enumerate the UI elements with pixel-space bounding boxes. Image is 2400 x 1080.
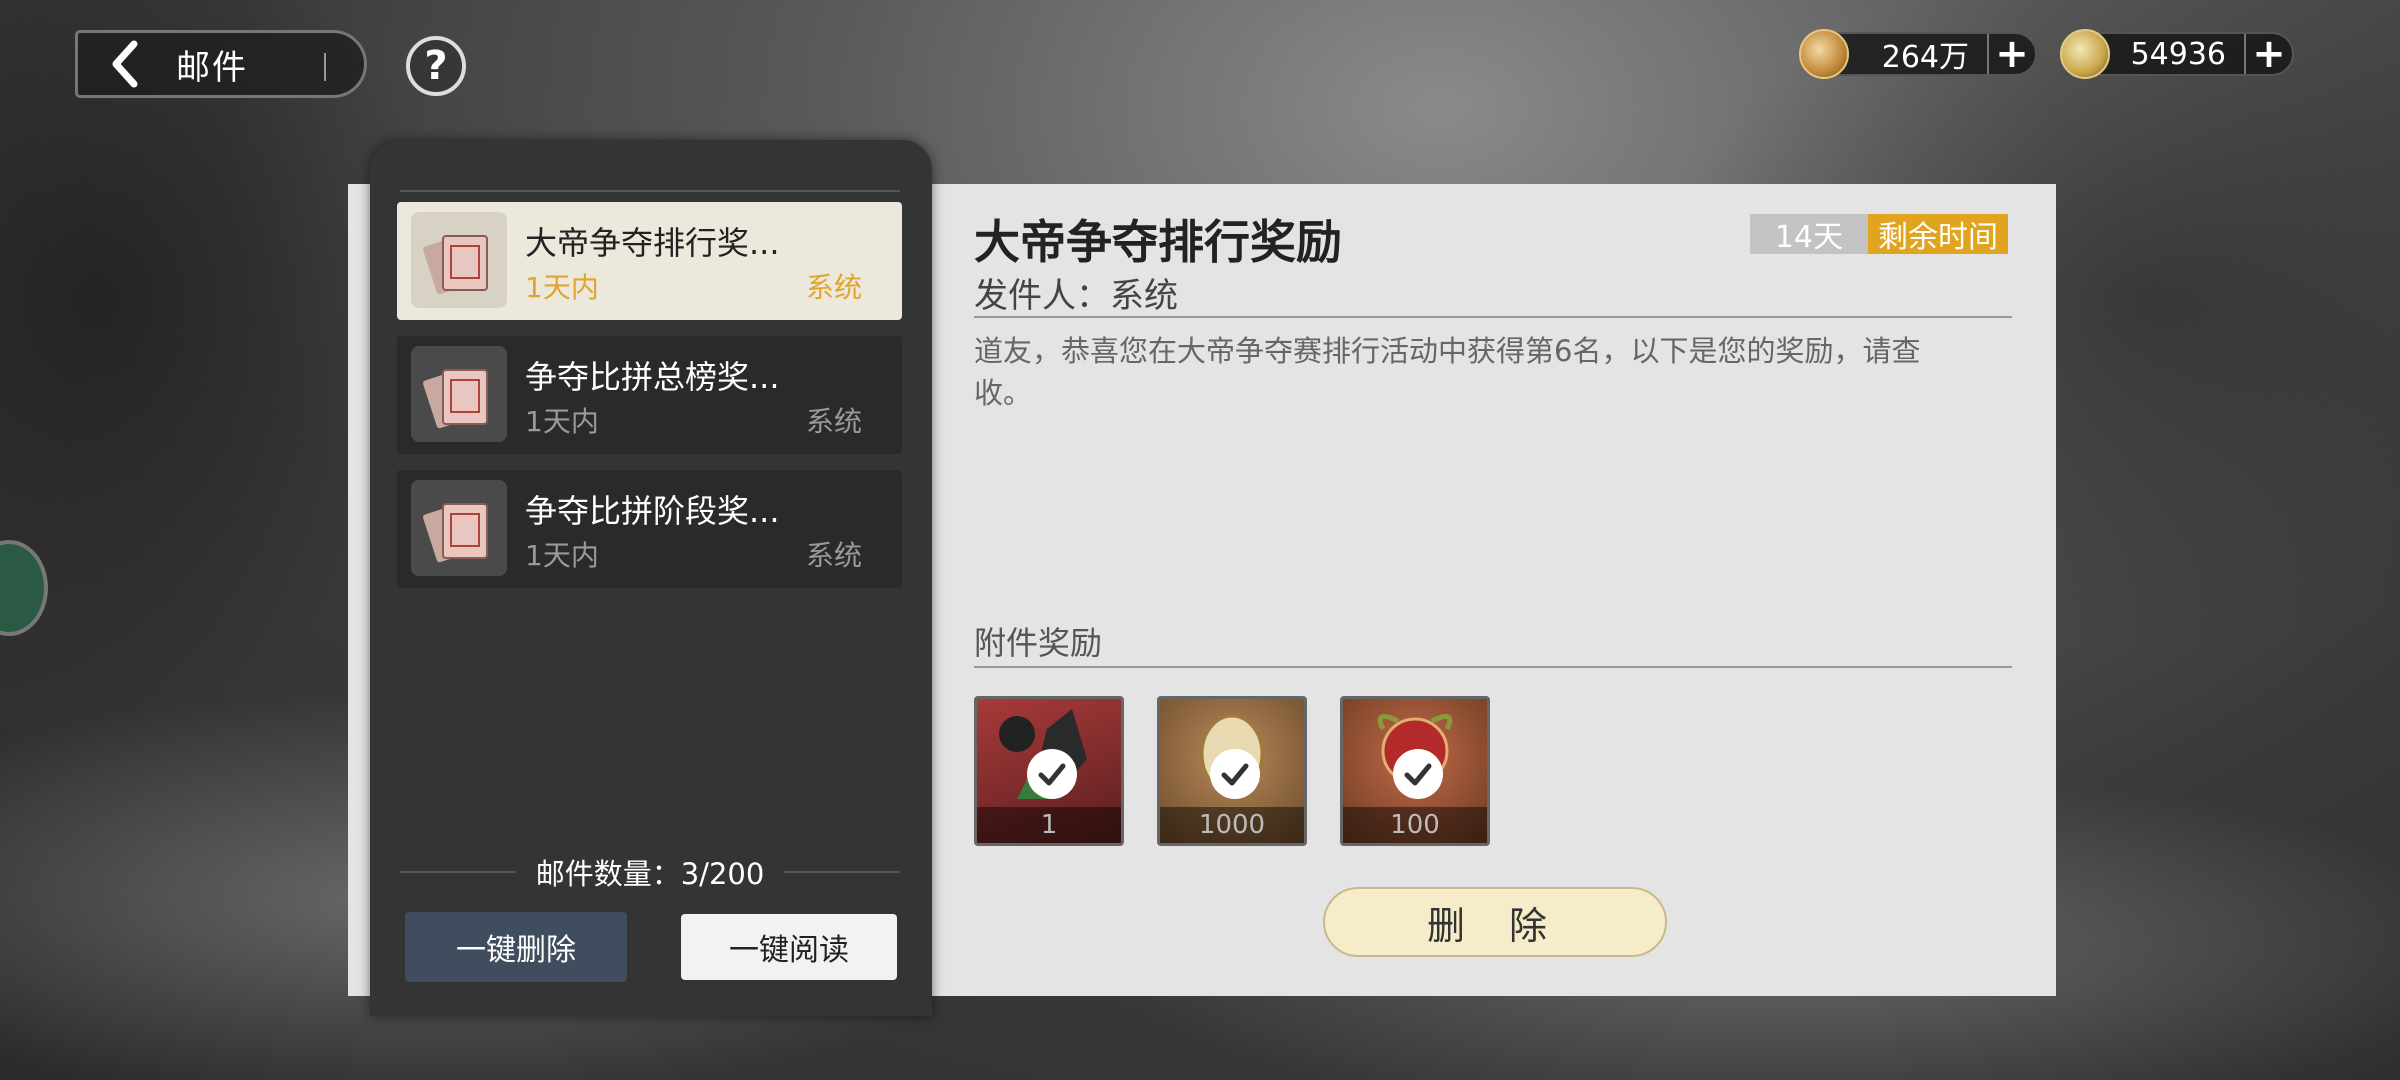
divider: [784, 871, 901, 873]
list-header-decoration: [400, 154, 900, 192]
attachment-quantity: 100: [1343, 807, 1487, 843]
mail-time: 1天内: [525, 405, 599, 438]
remaining-time-label: 剩余时间: [1868, 214, 2008, 255]
mail-detail-body: 道友，恭喜您在大帝争夺赛排行活动中获得第6名，以下是您的奖励，请查收。: [974, 334, 1921, 410]
gold-coin-icon: [1799, 29, 1849, 79]
attachment-item[interactable]: 1000: [1157, 696, 1307, 846]
currency-gold: 264万 +: [1799, 29, 2037, 79]
add-key-button[interactable]: +: [2244, 31, 2292, 77]
currency-value: 264万: [1881, 40, 1969, 75]
help-button[interactable]: ?: [406, 36, 466, 96]
mail-list-item[interactable]: 争夺比拼总榜奖... 1天内 系统: [397, 336, 902, 454]
mail-count-label: 邮件数量：3/200: [535, 857, 765, 891]
mail-envelope-icon: [411, 212, 507, 308]
currency-value: 54936: [2130, 36, 2226, 72]
attachment-quantity: 1: [977, 807, 1121, 843]
mail-list-item[interactable]: 争夺比拼阶段奖... 1天内 系统: [397, 470, 902, 588]
back-button[interactable]: 邮件: [75, 30, 367, 98]
expiry-badge: 14天 剩余时间: [1750, 214, 2008, 255]
mail-count: 邮件数量：3/200: [400, 852, 901, 892]
divider: [400, 871, 516, 873]
mail-detail-title: 大帝争夺排行奖励: [974, 215, 1342, 269]
page-title: 邮件: [176, 47, 248, 88]
mail-time: 1天内: [525, 271, 599, 304]
mail-list-item[interactable]: 大帝争夺排行奖... 1天内 系统: [397, 202, 902, 320]
divider: [324, 53, 326, 81]
mail-detail-sender: 发件人：系统: [974, 276, 1178, 316]
read-all-button[interactable]: 一键阅读: [681, 914, 897, 980]
check-icon: [1210, 749, 1260, 799]
mail-envelope-icon: [411, 346, 507, 442]
check-icon: [1027, 749, 1077, 799]
mail-envelope-icon: [411, 480, 507, 576]
mail-sender: 系统: [805, 405, 862, 438]
mail-sender: 系统: [805, 539, 862, 572]
attachments-label: 附件奖励: [974, 624, 1103, 662]
mail-subject: 争夺比拼阶段奖...: [525, 492, 780, 530]
mail-time: 1天内: [525, 539, 599, 572]
attachment-item[interactable]: 100: [1340, 696, 1490, 846]
check-icon: [1393, 749, 1443, 799]
attachment-quantity: 1000: [1160, 807, 1304, 843]
mail-subject: 大帝争夺排行奖...: [525, 224, 780, 262]
delete-button[interactable]: 删 除: [1323, 887, 1667, 957]
chevron-left-icon: [112, 40, 138, 88]
mail-list-panel: 大帝争夺排行奖... 1天内 系统 争夺比拼总榜奖... 1天内 系统 争夺比拼…: [370, 140, 932, 1016]
attachment-item[interactable]: 1: [974, 696, 1124, 846]
expiry-days: 14天: [1750, 214, 1868, 255]
key-token-icon: [2060, 29, 2110, 79]
delete-all-button[interactable]: 一键删除: [405, 912, 627, 982]
add-gold-button[interactable]: +: [1987, 31, 2035, 77]
divider: [974, 316, 2012, 318]
divider: [974, 666, 2012, 668]
currency-key: 54936 +: [2060, 29, 2294, 79]
mail-subject: 争夺比拼总榜奖...: [525, 358, 780, 396]
mail-sender: 系统: [805, 271, 862, 304]
